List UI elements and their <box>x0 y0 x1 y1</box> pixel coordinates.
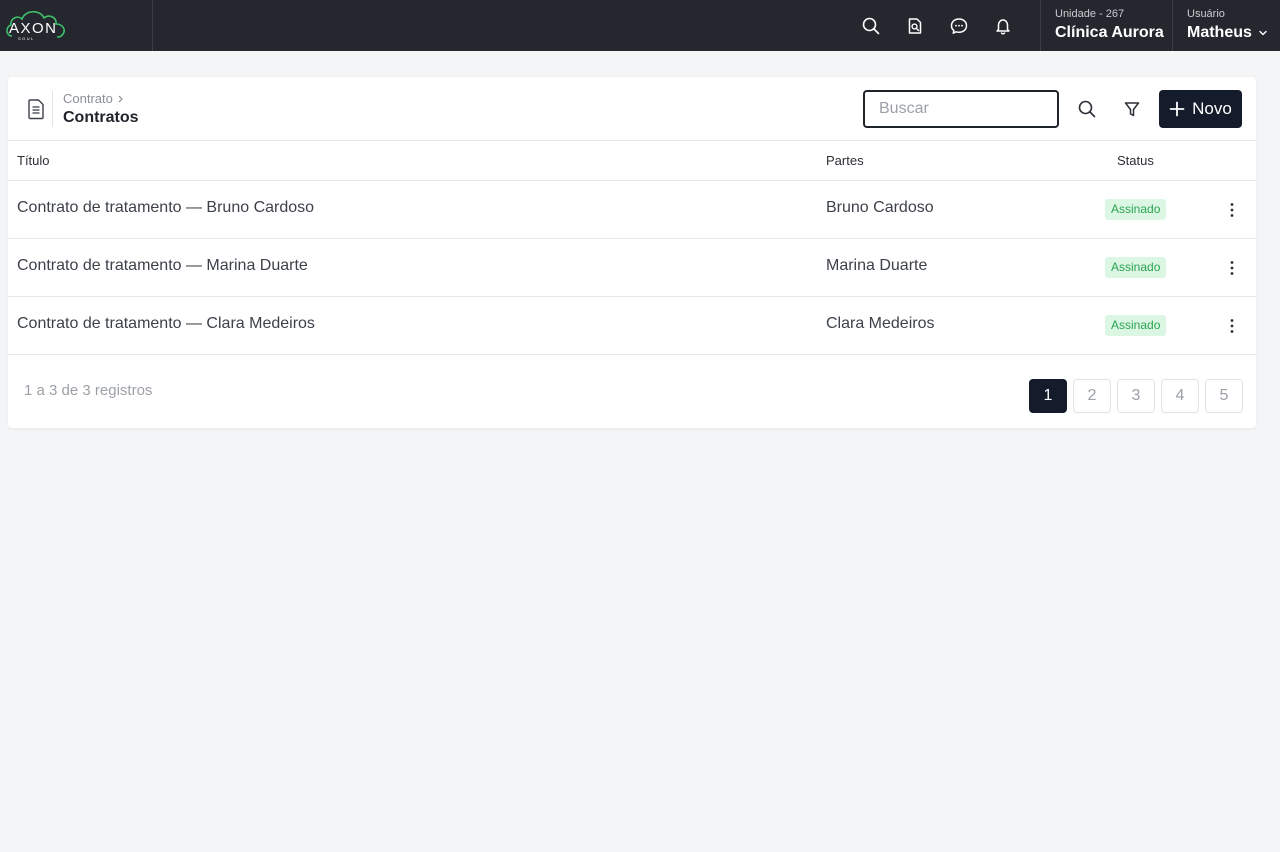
status-badge: Assinado <box>1105 257 1167 278</box>
column-header-parties[interactable]: Partes <box>826 153 864 168</box>
document-icon <box>20 91 53 127</box>
filter-icon <box>1124 102 1140 117</box>
unit-name: Clínica Aurora <box>1055 24 1164 41</box>
user-menu[interactable]: Usuário Matheus <box>1172 0 1280 51</box>
row-parties: Marina Duarte <box>826 257 928 274</box>
page-button-1[interactable]: 1 <box>1029 379 1067 413</box>
contracts-card: Contrato Contratos Novo <box>8 77 1256 428</box>
user-label: Usuário <box>1187 8 1225 20</box>
card-header: Contrato Contratos Novo <box>8 77 1256 141</box>
page-button-5[interactable]: 5 <box>1205 379 1243 413</box>
table-row[interactable]: Contrato de tratamento — Marina Duarte M… <box>8 239 1256 297</box>
unit-label: Unidade - 267 <box>1055 8 1125 20</box>
status-badge: Assinado <box>1105 315 1167 336</box>
status-badge: Assinado <box>1105 199 1167 220</box>
bell-icon <box>996 18 1010 35</box>
more-vertical-icon <box>1230 203 1234 217</box>
table-row[interactable]: Contrato de tratamento — Clara Medeiros … <box>8 297 1256 355</box>
unit-selector[interactable]: Unidade - 267 Clínica Aurora <box>1040 0 1172 51</box>
document-search-button[interactable] <box>893 0 937 51</box>
pagination: 1 2 3 4 5 <box>1029 379 1243 413</box>
user-name: Matheus <box>1187 24 1252 41</box>
breadcrumb: Contrato Contratos <box>63 91 139 128</box>
logo[interactable]: AXON SOUL <box>0 0 153 51</box>
search-button[interactable] <box>1068 91 1106 127</box>
row-actions-button[interactable] <box>1220 256 1244 280</box>
filter-button[interactable] <box>1113 91 1151 127</box>
row-actions-button[interactable] <box>1220 198 1244 222</box>
row-parties: Bruno Cardoso <box>826 199 934 216</box>
row-actions-button[interactable] <box>1220 314 1244 338</box>
records-count: 1 a 3 de 3 registros <box>24 382 153 399</box>
more-vertical-icon <box>1230 319 1234 333</box>
new-button-label: Novo <box>1192 99 1232 118</box>
row-title: Contrato de tratamento — Clara Medeiros <box>17 315 315 332</box>
search-input[interactable] <box>863 90 1059 128</box>
column-header-title[interactable]: Título <box>17 153 50 168</box>
row-title: Contrato de tratamento — Marina Duarte <box>17 257 308 274</box>
notifications-button[interactable] <box>981 0 1025 51</box>
page-button-2[interactable]: 2 <box>1073 379 1111 413</box>
global-search-button[interactable] <box>849 0 893 51</box>
more-vertical-icon <box>1230 261 1234 275</box>
page-title: Contratos <box>63 109 139 126</box>
page-button-3[interactable]: 3 <box>1117 379 1155 413</box>
new-contract-button[interactable]: Novo <box>1159 90 1242 128</box>
top-navbar: AXON SOUL Unidade - 267 Clínica Aurora U… <box>0 0 1280 51</box>
cloud-logo-icon: AXON SOUL <box>6 10 65 41</box>
plus-icon <box>1169 101 1185 117</box>
search-icon <box>1078 100 1096 118</box>
column-header-status[interactable]: Status <box>1117 153 1154 168</box>
document-search-icon <box>908 17 922 34</box>
search-icon <box>862 17 880 34</box>
row-parties: Clara Medeiros <box>826 315 935 332</box>
row-title: Contrato de tratamento — Bruno Cardoso <box>17 199 315 216</box>
chat-icon <box>950 17 968 34</box>
chevron-down-icon <box>1259 30 1267 35</box>
svg-text:AXON: AXON <box>9 20 58 37</box>
svg-text:SOUL: SOUL <box>18 36 35 41</box>
table-row[interactable]: Contrato de tratamento — Bruno Cardoso B… <box>8 181 1256 239</box>
chat-button[interactable] <box>937 0 981 51</box>
breadcrumb-parent-link[interactable]: Contrato <box>63 91 113 107</box>
chevron-right-icon <box>118 95 123 103</box>
page-button-4[interactable]: 4 <box>1161 379 1199 413</box>
table-header: Título Partes Status <box>8 141 1256 181</box>
